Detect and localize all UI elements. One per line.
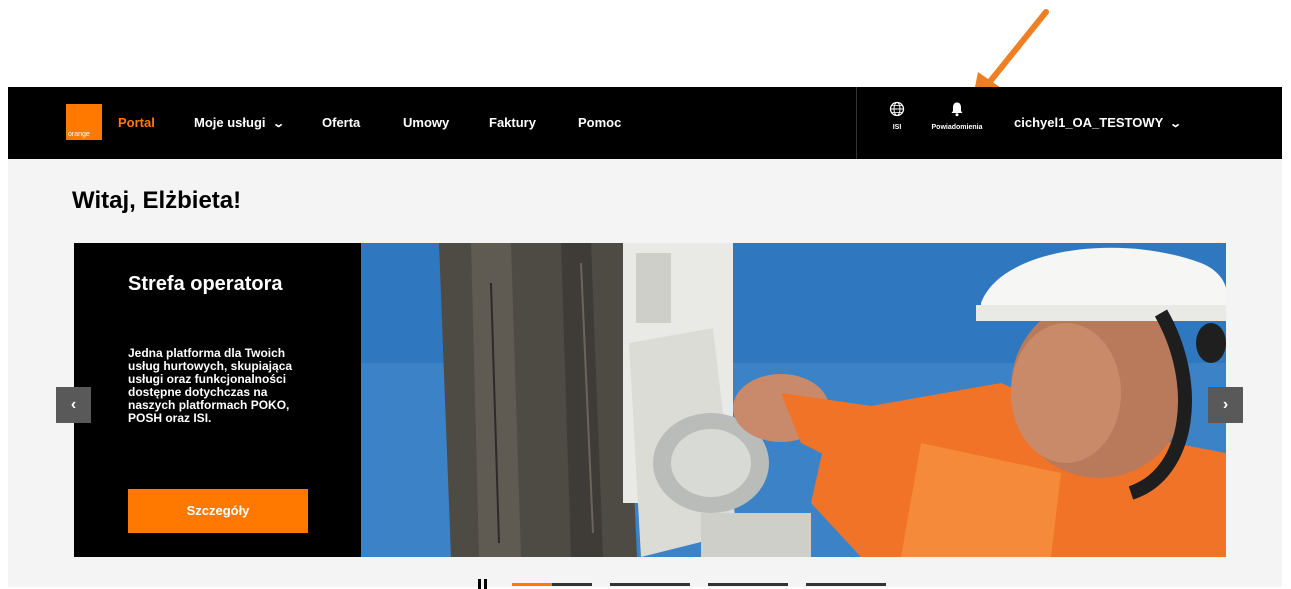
chevron-down-icon: ⌄ [271, 118, 285, 130]
nav-oferta[interactable]: Oferta [322, 87, 360, 159]
hero-banner: Strefa operatora Jedna platforma dla Two… [74, 243, 1226, 557]
carousel-dot-1[interactable] [512, 583, 592, 586]
hero-title: Strefa operatora [128, 273, 283, 295]
main-content: Witaj, Elżbieta! Strefa operatora Jedna … [8, 159, 1282, 589]
nav-moje-uslugi-label: Moje usługi [194, 115, 266, 130]
carousel-prev-button[interactable]: ‹ [56, 387, 91, 423]
orange-logo[interactable]: orange [66, 104, 102, 140]
logo-text: orange [68, 131, 90, 138]
notifications-label: Powiadomienia [931, 124, 983, 131]
hero-text-panel: Strefa operatora Jedna platforma dla Two… [74, 243, 361, 557]
details-button[interactable]: Szczegóły [128, 489, 308, 533]
pause-icon[interactable] [478, 579, 488, 589]
bell-icon [951, 102, 963, 117]
carousel-dot-2[interactable] [610, 583, 690, 586]
nav-faktury-label: Faktury [489, 115, 536, 130]
globe-icon [889, 101, 905, 117]
top-navbar: orange Portal Moje usługi ⌄ Oferta Umowy … [8, 87, 1282, 159]
chevron-down-icon: ⌄ [1169, 118, 1183, 130]
nav-pomoc[interactable]: Pomoc [578, 87, 621, 159]
carousel-dot-4[interactable] [806, 583, 886, 586]
notifications-button[interactable]: Powiadomienia [922, 101, 992, 145]
carousel-next-button[interactable]: › [1208, 387, 1243, 423]
user-menu-button[interactable]: cichyel1_OA_TESTOWY ⌄ [1014, 87, 1183, 159]
nav-oferta-label: Oferta [322, 115, 361, 130]
nav-umowy[interactable]: Umowy [403, 87, 449, 159]
chevron-left-icon: ‹ [70, 396, 77, 413]
user-label: cichyel1_OA_TESTOWY [1014, 115, 1164, 130]
carousel-dot-3[interactable] [708, 583, 788, 586]
nav-portal-label: Portal [118, 115, 155, 130]
nav-pomoc-label: Pomoc [578, 115, 622, 130]
nav-umowy-label: Umowy [403, 115, 450, 130]
nav-faktury[interactable]: Faktury [489, 87, 536, 159]
nav-moje-uslugi[interactable]: Moje usługi ⌄ [194, 87, 285, 159]
hero-photo-technician [361, 243, 1226, 557]
nav-divider [856, 87, 857, 159]
page-title: Witaj, Elżbieta! [72, 187, 242, 214]
nav-portal[interactable]: Portal [118, 87, 155, 159]
hero-description: Jedna platforma dla Twoich usług hurtowy… [128, 346, 293, 425]
chevron-right-icon: › [1222, 396, 1229, 413]
